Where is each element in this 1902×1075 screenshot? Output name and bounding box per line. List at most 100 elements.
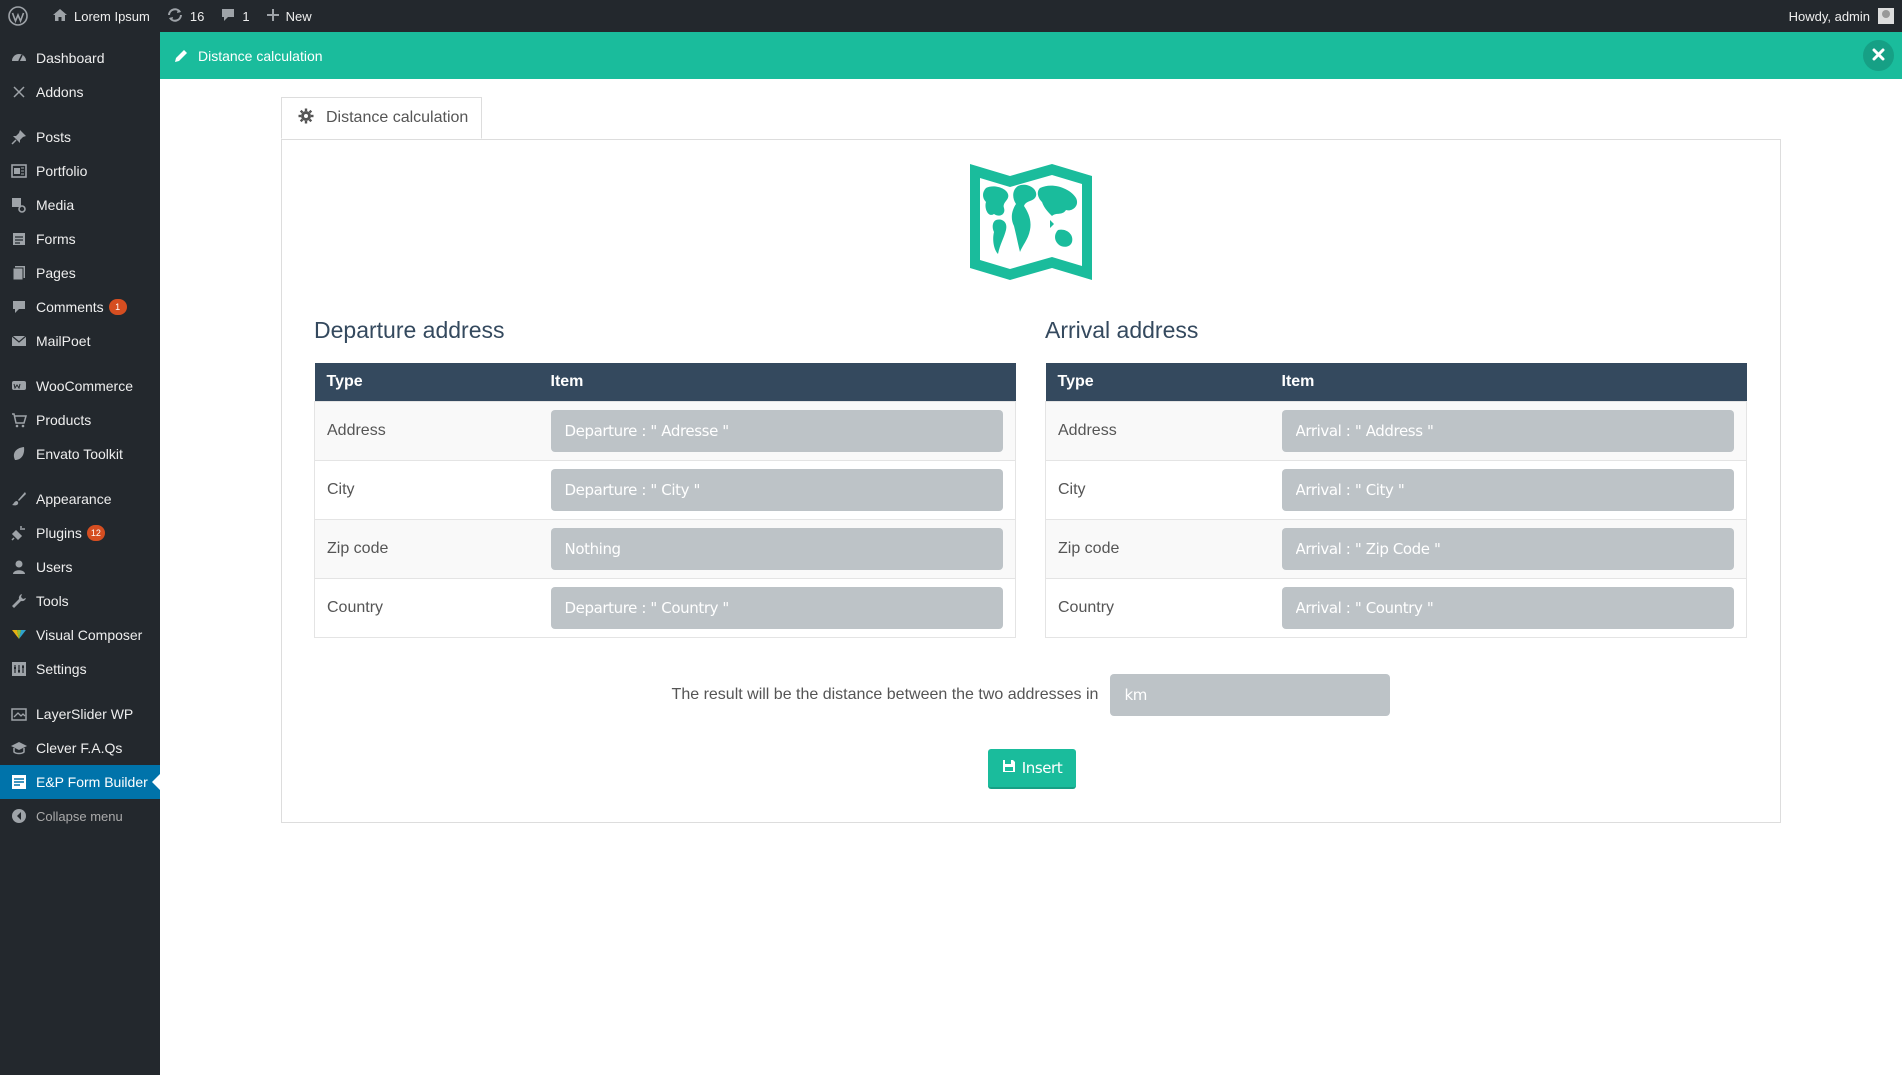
media-icon: [10, 196, 28, 214]
wordpress-logo-icon[interactable]: [0, 0, 44, 32]
sidebar-item-woocommerce[interactable]: WooCommerce: [0, 369, 160, 403]
table-row: City: [1045, 460, 1747, 520]
sidebar-item-products[interactable]: Products: [0, 403, 160, 437]
row-type: Country: [1045, 578, 1270, 638]
sidebar-item-label: Addons: [36, 84, 84, 100]
departure-zip-input[interactable]: [550, 528, 1003, 570]
forms-icon: [10, 230, 28, 248]
sidebar-item-label: Tools: [36, 593, 69, 609]
avatar: [1878, 8, 1894, 24]
sidebar-item-mailpoet[interactable]: MailPoet: [0, 324, 160, 358]
collapse-menu-button[interactable]: Collapse menu: [0, 799, 160, 833]
result-row: The result will be the distance between …: [281, 674, 1781, 716]
arrival-address-input[interactable]: [1281, 410, 1734, 452]
comments-link[interactable]: 1: [212, 0, 257, 32]
site-name-link[interactable]: Lorem Ipsum: [44, 0, 158, 32]
sidebar-item-label: WooCommerce: [36, 378, 133, 394]
sidebar-item-label: Pages: [36, 265, 76, 281]
arrival-col-type: Type: [1045, 363, 1270, 402]
departure-col-item: Item: [538, 363, 1016, 402]
departure-city-input[interactable]: [550, 469, 1003, 511]
graduation-cap-icon: [10, 739, 28, 757]
arrival-title: Arrival address: [1045, 317, 1199, 343]
sidebar-item-label: Envato Toolkit: [36, 446, 123, 462]
sidebar-item-label: Dashboard: [36, 50, 105, 66]
departure-title: Departure address: [314, 317, 505, 343]
sidebar-item-portfolio[interactable]: Portfolio: [0, 154, 160, 188]
sidebar-item-envato-toolkit[interactable]: Envato Toolkit: [0, 437, 160, 471]
plugin-icon: [10, 524, 28, 542]
home-icon: [52, 7, 74, 26]
sidebar-item-posts[interactable]: Posts: [0, 120, 160, 154]
departure-country-input[interactable]: [550, 587, 1003, 629]
tab-distance-calculation[interactable]: Distance calculation: [281, 97, 482, 139]
table-row: Zip code: [1045, 519, 1747, 579]
arrival-country-input[interactable]: [1281, 587, 1734, 629]
sidebar-item-plugins[interactable]: Plugins 12: [0, 516, 160, 550]
floppy-disk-icon: [1002, 759, 1022, 777]
table-row: Country: [1045, 578, 1747, 638]
departure-address-input[interactable]: [550, 410, 1003, 452]
sidebar-item-label: Users: [36, 559, 73, 575]
modal-header: Distance calculation: [160, 32, 1902, 79]
sidebar-item-addons[interactable]: Addons: [0, 75, 160, 109]
sidebar-item-media[interactable]: Media: [0, 188, 160, 222]
sidebar-item-clever-faqs[interactable]: Clever F.A.Qs: [0, 731, 160, 765]
row-type: Zip code: [1045, 519, 1270, 579]
comments-count: 1: [242, 8, 250, 24]
row-type: Address: [1045, 401, 1270, 461]
site-name: Lorem Ipsum: [74, 8, 150, 24]
sidebar-item-users[interactable]: Users: [0, 550, 160, 584]
world-map-icon: [966, 158, 1096, 291]
settings-icon: [10, 660, 28, 678]
sidebar-item-tools[interactable]: Tools: [0, 584, 160, 618]
user-icon: [10, 558, 28, 576]
sidebar-item-dashboard[interactable]: Dashboard: [0, 41, 160, 75]
departure-table: Type Item Address City Zip code Country: [314, 363, 1016, 638]
insert-button[interactable]: Insert: [988, 749, 1076, 789]
sidebar-item-label: Products: [36, 412, 92, 428]
table-row: Zip code: [314, 519, 1016, 579]
sidebar-item-appearance[interactable]: Appearance: [0, 482, 160, 516]
new-content-link[interactable]: New: [258, 0, 320, 32]
comments-badge: 1: [108, 299, 127, 315]
sidebar-item-visual-composer[interactable]: Visual Composer: [0, 618, 160, 652]
modal-title: Distance calculation: [198, 47, 323, 64]
table-row: City: [314, 460, 1016, 520]
sidebar-item-label: Forms: [36, 231, 76, 247]
sidebar-item-comments[interactable]: Comments 1: [0, 290, 160, 324]
wrench-icon: [10, 592, 28, 610]
comment-bubble-icon: [220, 7, 242, 26]
sidebar-item-settings[interactable]: Settings: [0, 652, 160, 686]
pages-icon: [10, 264, 28, 282]
portfolio-icon: [10, 162, 28, 180]
collapse-menu-label: Collapse menu: [36, 808, 123, 824]
distance-unit-input[interactable]: [1110, 674, 1391, 716]
layers-icon: [10, 705, 28, 723]
sidebar-item-label: Portfolio: [36, 163, 88, 179]
row-type: Country: [314, 578, 539, 638]
sidebar-item-forms[interactable]: Forms: [0, 222, 160, 256]
sidebar-item-label: Media: [36, 197, 75, 213]
sidebar-item-label: Plugins: [36, 525, 82, 541]
sidebar-item-layerslider[interactable]: LayerSlider WP: [0, 697, 160, 731]
visual-composer-icon: [10, 626, 28, 644]
new-label: New: [285, 8, 312, 24]
sidebar-item-label: Clever F.A.Qs: [36, 740, 123, 756]
howdy-text: Howdy, admin: [1788, 8, 1870, 24]
row-type: City: [1045, 460, 1270, 520]
addons-icon: [10, 83, 28, 101]
updates-link[interactable]: 16: [158, 0, 212, 32]
pencil-icon: [174, 49, 188, 63]
table-row: Address: [1045, 401, 1747, 461]
close-button[interactable]: [1863, 40, 1894, 71]
arrival-zip-input[interactable]: [1281, 528, 1734, 570]
sidebar-item-pages[interactable]: Pages: [0, 256, 160, 290]
brush-icon: [10, 490, 28, 508]
my-account-link[interactable]: Howdy, admin: [1781, 0, 1902, 32]
updates-icon: [166, 7, 190, 26]
arrival-city-input[interactable]: [1281, 469, 1734, 511]
sidebar-item-ep-form-builder[interactable]: E&P Form Builder: [0, 765, 160, 799]
gear-icon: [298, 108, 326, 129]
pin-icon: [10, 128, 28, 146]
